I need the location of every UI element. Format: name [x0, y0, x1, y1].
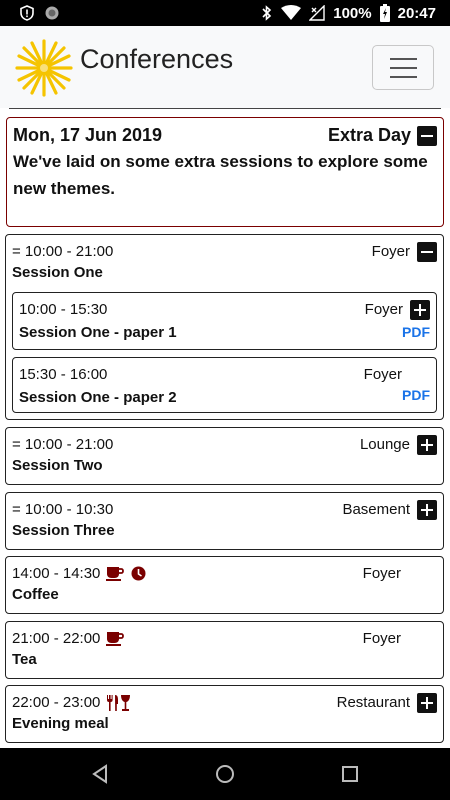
clock-time: 20:47	[397, 4, 436, 22]
session-time: = 10:00 - 10:30	[12, 501, 114, 518]
session-location: Foyer	[362, 565, 401, 582]
plus-square-icon[interactable]	[417, 692, 437, 713]
coffee-cup-icon	[106, 567, 125, 581]
minus-square-icon[interactable]	[417, 125, 437, 146]
session-time: = 10:00 - 21:00	[12, 436, 114, 453]
paper-card[interactable]: 15:30 - 16:00 Foyer Session One - paper …	[12, 357, 437, 413]
day-description: We've laid on some extra sessions to exp…	[13, 152, 428, 198]
coffee-cup-icon	[106, 632, 125, 646]
hamburger-line	[390, 58, 417, 60]
session-title: Evening meal	[12, 715, 109, 732]
home-icon[interactable]	[215, 764, 235, 784]
session-card[interactable]: 14:00 - 14:30 Foyer Coffee	[5, 556, 444, 614]
battery-charging-icon	[379, 4, 390, 22]
plus-square-icon[interactable]	[417, 499, 437, 520]
session-title: Session One	[12, 264, 103, 281]
paper-title: Session One - paper 2	[19, 389, 177, 406]
session-location: Restaurant	[336, 694, 410, 711]
paper-time: 10:00 - 15:30	[19, 301, 108, 318]
session-card[interactable]: = 10:00 - 21:00 Lounge Session Two	[5, 427, 444, 485]
hamburger-menu-button[interactable]	[372, 45, 434, 90]
session-location: Foyer	[362, 630, 401, 647]
session-location: Lounge	[359, 436, 410, 453]
day-label: Extra Day	[327, 125, 411, 145]
recents-icon[interactable]	[340, 764, 360, 784]
system-navigation-bar	[0, 748, 450, 800]
wifi-icon	[281, 5, 302, 20]
paper-location: Foyer	[363, 366, 402, 383]
back-icon[interactable]	[90, 764, 110, 784]
plus-square-icon[interactable]	[417, 434, 437, 455]
pdf-link[interactable]: PDF	[402, 387, 430, 403]
session-card[interactable]: 21:00 - 22:00 Foyer Tea	[5, 621, 444, 679]
session-title: Tea	[12, 651, 37, 668]
sync-icon	[45, 6, 59, 20]
session-card[interactable]: 22:00 - 23:00 Restaurant Evening meal	[5, 685, 444, 743]
plus-square-icon[interactable]	[410, 299, 430, 320]
session-location: Basement	[342, 501, 410, 518]
cutlery-wine-icon	[107, 694, 131, 711]
status-bar: 100% 20:47	[0, 0, 450, 26]
session-title: Session Three	[12, 522, 115, 539]
session-time: = 10:00 - 21:00	[12, 243, 114, 260]
paper-location: Foyer	[364, 301, 403, 318]
hamburger-line	[390, 67, 417, 69]
hamburger-line	[390, 76, 417, 78]
session-card[interactable]: = 10:00 - 10:30 Basement Session Three	[5, 492, 444, 550]
paper-card[interactable]: 10:00 - 15:30 Foyer Session One - paper …	[12, 292, 437, 350]
pdf-link[interactable]: PDF	[402, 324, 430, 340]
cell-signal-icon	[309, 5, 325, 21]
session-time: 22:00 - 23:00	[12, 694, 101, 711]
app-logo-icon[interactable]	[15, 39, 73, 97]
clock-icon	[131, 566, 146, 581]
bluetooth-icon	[262, 5, 272, 21]
day-card: Mon, 17 Jun 2019 Extra Day We've laid on…	[6, 117, 444, 227]
shield-alert-icon	[20, 5, 34, 21]
paper-title: Session One - paper 1	[19, 324, 177, 341]
session-location: Foyer	[371, 243, 410, 260]
session-time: 14:00 - 14:30	[12, 565, 101, 582]
session-title: Session Two	[12, 457, 103, 474]
app-title[interactable]: Conferences	[80, 44, 233, 75]
session-time: 21:00 - 22:00	[12, 630, 101, 647]
top-navbar: Conferences	[0, 26, 450, 109]
session-card[interactable]: = 10:00 - 21:00 Foyer Session One 10:00 …	[5, 234, 444, 420]
session-title: Coffee	[12, 586, 59, 603]
battery-percent: 100%	[333, 4, 372, 22]
divider	[9, 108, 441, 109]
app-content: Conferences Mon, 17 Jun 2019 Extra Day W…	[0, 26, 450, 748]
day-date: Mon, 17 Jun 2019	[13, 125, 163, 145]
paper-time: 15:30 - 16:00	[19, 366, 108, 383]
minus-square-icon[interactable]	[417, 241, 437, 262]
